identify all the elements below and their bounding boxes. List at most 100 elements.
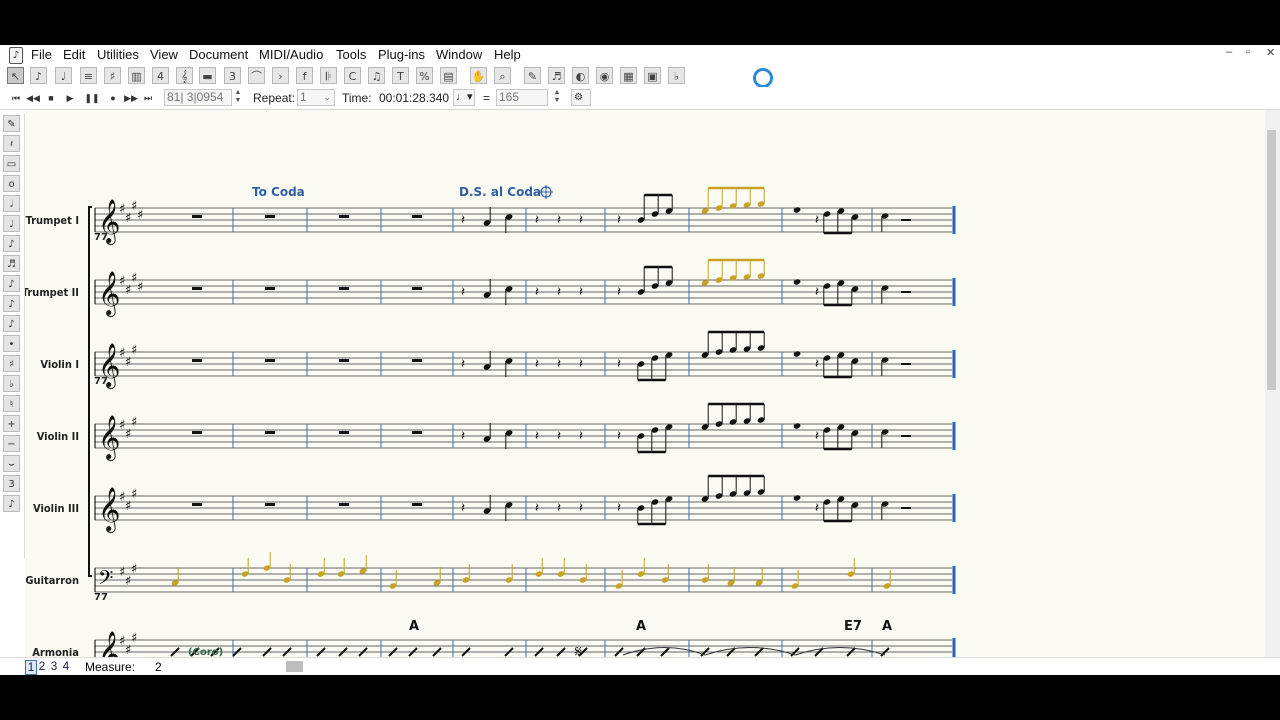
pause-icon[interactable]: ❚❚ <box>84 90 100 106</box>
scroll-view-icon[interactable]: ▣ <box>644 67 661 84</box>
menu-plug-ins[interactable]: Plug-ins <box>378 47 425 62</box>
smart-shape-icon[interactable]: ⌒ <box>248 67 265 84</box>
menu-help[interactable]: Help <box>494 47 521 62</box>
treble-clef-icon: 𝄞 <box>98 415 120 461</box>
half-note-icon[interactable]: 𝅗𝅥 <box>3 195 20 212</box>
menu-view[interactable]: View <box>150 47 178 62</box>
quarter-rest-icon: 𝄽 <box>535 213 539 228</box>
chord-symbol: A <box>636 619 646 634</box>
whole-note-icon[interactable]: o <box>3 175 20 192</box>
note-mover-icon[interactable]: ♬ <box>548 67 565 84</box>
repeat-dropdown[interactable]: 1 ⌄ <box>297 89 335 106</box>
repeat-tool-icon[interactable]: 𝄆 <box>320 67 337 84</box>
horizontal-scroll-thumb[interactable] <box>286 661 303 672</box>
menu-file[interactable]: File <box>31 47 52 62</box>
fast-forward-icon[interactable]: ▶▶ <box>123 90 139 106</box>
sixteenth-note-icon[interactable]: ♬ <box>3 255 20 272</box>
page-2-tab[interactable]: 2 <box>37 660 47 673</box>
measure-field[interactable]: 2 <box>155 660 162 674</box>
key-signature-icon[interactable]: ♯ <box>104 67 121 84</box>
natural-icon[interactable]: ♮ <box>3 395 20 412</box>
128th-note-icon[interactable]: ♪ <box>3 315 20 332</box>
mirror-tool-icon[interactable]: ◐ <box>572 67 589 84</box>
tuplet-icon[interactable]: 3 <box>3 475 20 492</box>
text-tool-icon[interactable]: T <box>392 67 409 84</box>
page-layout-icon[interactable]: ▤ <box>440 67 457 84</box>
lower-half-step-icon[interactable]: − <box>3 435 20 452</box>
clef-tool-icon[interactable]: 𝄞 <box>176 67 193 84</box>
speedy-entry-icon[interactable]: ♪ <box>30 67 47 84</box>
menu-document[interactable]: Document <box>189 47 248 62</box>
play-icon[interactable]: ▶ <box>62 90 78 106</box>
time-signature-icon[interactable]: 4 <box>152 67 169 84</box>
menu-midi-audio[interactable]: MIDI/Audio <box>259 47 323 62</box>
quarter-rest-icon: 𝄽 <box>557 429 561 444</box>
eighth-note-icon[interactable]: ♪ <box>3 235 20 252</box>
mixer-icon[interactable]: ▦ <box>620 67 637 84</box>
tempo-note-icon[interactable]: ♩▾ <box>453 89 475 106</box>
eraser-icon[interactable]: ✎ <box>3 115 20 132</box>
simple-entry-icon[interactable]: ♩ <box>55 67 72 84</box>
restore-button[interactable]: ▫ <box>1246 46 1250 58</box>
quarter-rest-icon: 𝄽 <box>579 501 583 516</box>
chord-tool-icon[interactable]: C <box>344 67 361 84</box>
page-1-tab[interactable]: 1 <box>25 660 37 675</box>
thirty-second-note-icon[interactable]: ♪ <box>3 275 20 292</box>
minimize-button[interactable]: – <box>1226 46 1232 58</box>
quarter-note-icon[interactable]: ♩ <box>3 215 20 232</box>
sharp-icon[interactable]: ♯ <box>3 355 20 372</box>
expression-icon[interactable]: f <box>296 67 313 84</box>
dot-icon[interactable]: • <box>3 335 20 352</box>
whole-rest <box>192 503 202 506</box>
whole-rest <box>265 503 275 506</box>
menu-utilities[interactable]: Utilities <box>97 47 139 62</box>
tuplet-tool-icon[interactable]: 3 <box>224 67 241 84</box>
fast-forward-to-end-icon[interactable]: ⏭ <box>140 90 156 106</box>
page-4-tab[interactable]: 4 <box>61 660 71 673</box>
close-button[interactable]: ✕ <box>1266 46 1275 59</box>
menu-edit[interactable]: Edit <box>63 47 85 62</box>
quarter-rest-icon: 𝄽 <box>815 285 819 300</box>
lyrics-tool-icon[interactable]: ♫ <box>368 67 385 84</box>
playback-settings-icon[interactable]: ⚙ <box>571 89 591 106</box>
tie-icon[interactable]: ⌣ <box>3 455 20 472</box>
rewind-icon[interactable]: ◀◀ <box>25 90 41 106</box>
breve-icon[interactable]: ▭ <box>3 155 20 172</box>
zoom-tool-icon[interactable]: ⌕ <box>494 67 511 84</box>
special-tools-icon[interactable]: ✎ <box>524 67 541 84</box>
flat-icon[interactable]: ♭ <box>3 375 20 392</box>
chord-symbol: A <box>882 619 892 634</box>
menu-tools[interactable]: Tools <box>336 47 366 62</box>
counter-display[interactable]: 81| 3|0954 <box>164 89 232 106</box>
articulation-icon[interactable]: › <box>272 67 289 84</box>
multimeasure-rest-icon[interactable]: ▬ <box>199 67 216 84</box>
menu-window[interactable]: Window <box>436 47 482 62</box>
tempo-field[interactable]: 165 <box>496 89 548 106</box>
staff-tool-icon[interactable]: ≡ <box>80 67 97 84</box>
record-icon[interactable]: ● <box>105 90 121 106</box>
grace-note-icon[interactable]: ♪ <box>3 495 20 512</box>
stop-icon[interactable]: ■ <box>43 90 59 106</box>
app-icon[interactable]: ♪ <box>9 47 23 64</box>
raise-half-step-icon[interactable]: + <box>3 415 20 432</box>
quarter-rest-icon: 𝄽 <box>579 357 583 372</box>
quarter-rest-icon: 𝄽 <box>579 285 583 300</box>
vertical-scrollbar[interactable] <box>1265 110 1280 657</box>
page-3-tab[interactable]: 3 <box>49 660 59 673</box>
selection-tool-icon[interactable]: ↖ <box>7 67 24 84</box>
measure-tool-icon[interactable]: ▥ <box>128 67 145 84</box>
whole-rest <box>412 287 422 290</box>
main-tool-palette: ↖ ♪ ♩ ≡ ♯ ▥ 4 𝄞 ▬ 3 ⌒ › f 𝄆 C ♫ T % ▤ ✋ … <box>0 65 1280 88</box>
ossia-tool-icon[interactable]: ♭ <box>668 67 685 84</box>
graphics-tool-icon[interactable]: ◉ <box>596 67 613 84</box>
rest-icon[interactable]: 𝄽 <box>3 135 20 152</box>
resize-tool-icon[interactable]: % <box>416 67 433 84</box>
hand-grabber-icon[interactable]: ✋ <box>470 67 487 84</box>
rewind-to-start-icon[interactable]: ⏮ <box>8 90 24 106</box>
tempo-spinner-icon[interactable]: ▲ ▼ <box>552 89 562 106</box>
time-value: 00:01:28.340 <box>379 91 450 105</box>
vertical-scroll-thumb[interactable] <box>1267 130 1276 390</box>
counter-spinner-icon[interactable]: ▲ ▼ <box>233 89 243 106</box>
score-canvas[interactable]: Trumpet I 𝄞 ♯ ♯ ♯ ♯ Trumpet II 𝄞 ♯ ♯ ♯ ♯ Violin I 𝄞 ♯ ♯… <box>25 110 1265 657</box>
sixty-fourth-note-icon[interactable]: ♪ <box>3 295 20 312</box>
